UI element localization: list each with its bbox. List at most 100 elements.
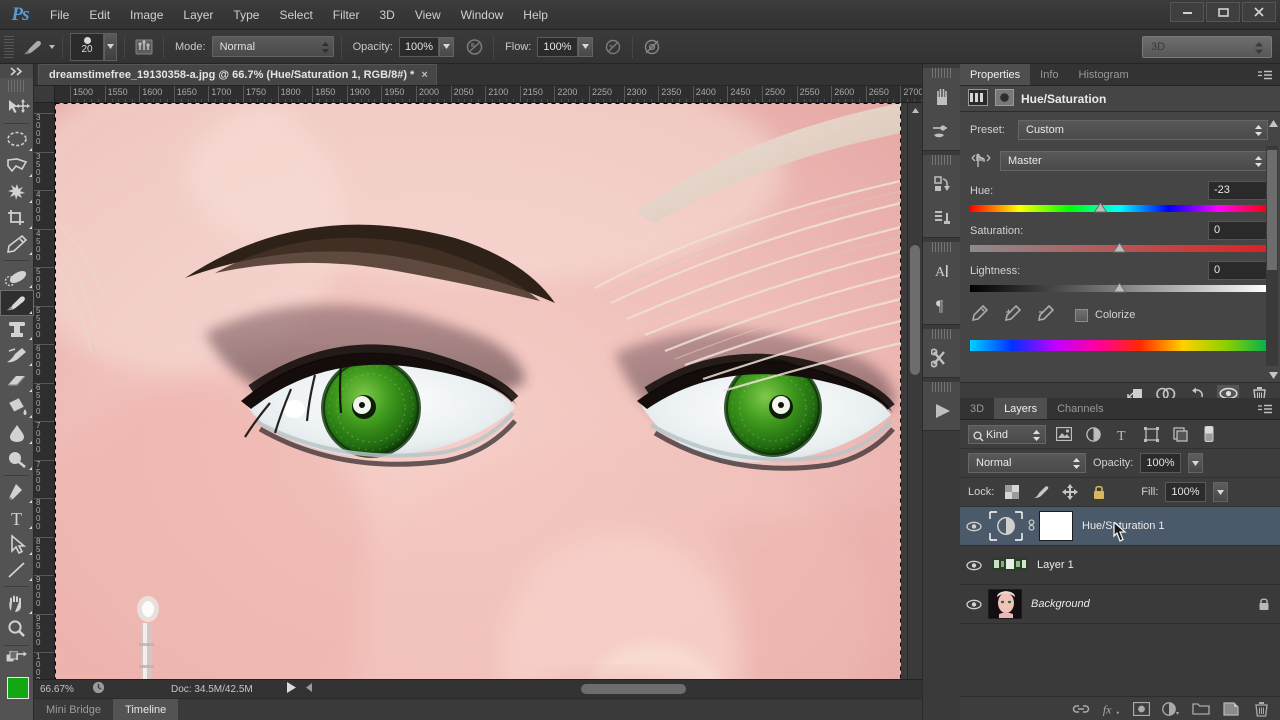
- lock-position-icon[interactable]: [1059, 482, 1081, 502]
- status-play-icon[interactable]: [287, 682, 296, 696]
- layer-thumbnail[interactable]: [988, 589, 1022, 619]
- move-tool[interactable]: [0, 94, 34, 120]
- opacity-pressure-icon[interactable]: [462, 35, 486, 59]
- blur-tool[interactable]: [0, 420, 34, 446]
- tab-channels[interactable]: Channels: [1047, 398, 1113, 419]
- lock-image-icon[interactable]: [1030, 482, 1052, 502]
- filter-toggle-icon[interactable]: [1198, 424, 1220, 444]
- brush-preset-dropdown-arrow[interactable]: [49, 45, 55, 49]
- canvas-horizontal-scrollbar-thumb[interactable]: [581, 684, 686, 694]
- foreground-color-swatch[interactable]: [7, 677, 29, 699]
- filter-smart-object-icon[interactable]: [1169, 424, 1191, 444]
- menu-type[interactable]: Type: [223, 0, 269, 30]
- add-mask-icon[interactable]: [1132, 700, 1150, 718]
- clone-stamp-tool[interactable]: [0, 316, 34, 342]
- layer-mask-thumbnail[interactable]: [1039, 511, 1073, 541]
- type-tool[interactable]: T: [0, 505, 34, 531]
- menu-select[interactable]: Select: [269, 0, 322, 30]
- tablet-pressure-icon[interactable]: [640, 35, 664, 59]
- adjustment-thumbnail[interactable]: [988, 510, 1024, 542]
- status-left-arrow-icon[interactable]: [306, 683, 312, 695]
- new-layer-icon[interactable]: [1222, 700, 1240, 718]
- close-document-icon[interactable]: ×: [421, 65, 427, 85]
- dock-grip[interactable]: [932, 68, 951, 78]
- brush-size-dropdown[interactable]: [104, 33, 117, 61]
- layer-name[interactable]: Background: [1031, 598, 1090, 610]
- close-button[interactable]: [1242, 2, 1276, 22]
- clone-source-icon[interactable]: [923, 167, 961, 201]
- zoom-level[interactable]: 66.67%: [40, 684, 92, 695]
- line-tool[interactable]: [0, 557, 34, 583]
- tab-info[interactable]: Info: [1030, 64, 1068, 85]
- lock-all-icon[interactable]: [1088, 482, 1110, 502]
- colorize-checkbox[interactable]: [1075, 309, 1088, 322]
- paragraph-icon[interactable]: ¶: [923, 288, 961, 322]
- path-selection-tool[interactable]: [0, 531, 34, 557]
- crop-tool[interactable]: [0, 205, 34, 231]
- layer-name[interactable]: Layer 1: [1037, 559, 1074, 571]
- menu-view[interactable]: View: [405, 0, 451, 30]
- dodge-tool[interactable]: [0, 446, 34, 472]
- eyedropper-add-icon[interactable]: [1003, 304, 1022, 326]
- scrollbar-thumb[interactable]: [1267, 150, 1277, 270]
- dock-grip[interactable]: [932, 242, 951, 252]
- menu-filter[interactable]: Filter: [323, 0, 370, 30]
- toolbar-collapse-button[interactable]: [0, 64, 33, 78]
- character-icon[interactable]: A: [923, 254, 961, 288]
- layer-visibility-toggle[interactable]: [960, 521, 988, 532]
- filter-type-icon[interactable]: T: [1111, 424, 1133, 444]
- scrollbar-thumb[interactable]: [910, 245, 920, 375]
- lightness-slider-thumb[interactable]: [1113, 283, 1126, 295]
- opacity-dropdown[interactable]: [439, 37, 454, 57]
- spot-healing-brush-tool[interactable]: [0, 264, 34, 290]
- new-group-icon[interactable]: [1192, 700, 1210, 718]
- properties-scrollbar[interactable]: [1266, 146, 1278, 366]
- layer-visibility-toggle[interactable]: [960, 560, 988, 571]
- tab-histogram[interactable]: Histogram: [1069, 64, 1139, 85]
- workspace-switcher[interactable]: 3D: [1142, 36, 1272, 58]
- layer-visibility-toggle[interactable]: [960, 599, 988, 610]
- canvas-vertical-scrollbar[interactable]: [907, 103, 922, 720]
- dock-grip[interactable]: [932, 329, 951, 339]
- tab-layers[interactable]: Layers: [994, 398, 1047, 419]
- layer-opacity-dropdown[interactable]: [1188, 453, 1203, 473]
- hand-tool[interactable]: [0, 590, 34, 616]
- magic-wand-tool[interactable]: [0, 179, 34, 205]
- brush-size-field[interactable]: 20: [70, 33, 104, 61]
- filter-adjustment-icon[interactable]: [1082, 424, 1104, 444]
- pen-tool[interactable]: [0, 479, 34, 505]
- options-bar-grip[interactable]: [4, 36, 14, 58]
- layer-opacity-input[interactable]: 100%: [1140, 453, 1180, 473]
- new-adjustment-icon[interactable]: [1162, 700, 1180, 718]
- brush-settings-icon[interactable]: [923, 114, 961, 148]
- play-icon[interactable]: [923, 394, 961, 428]
- actions-icon[interactable]: [923, 341, 961, 375]
- menu-help[interactable]: Help: [513, 0, 558, 30]
- scroll-up-icon[interactable]: [908, 103, 923, 117]
- minimize-button[interactable]: [1170, 2, 1204, 22]
- layer-style-fx-icon[interactable]: fx: [1102, 700, 1120, 718]
- menu-window[interactable]: Window: [451, 0, 514, 30]
- toolbar-grip[interactable]: [8, 80, 25, 92]
- menu-edit[interactable]: Edit: [79, 0, 120, 30]
- flow-dropdown[interactable]: [578, 37, 593, 57]
- hue-slider[interactable]: [970, 205, 1268, 212]
- layer-row[interactable]: Background: [960, 585, 1280, 624]
- hue-slider-thumb[interactable]: [1094, 203, 1107, 215]
- hue-value-input[interactable]: -23: [1208, 181, 1268, 200]
- layer-row[interactable]: Layer 1: [960, 546, 1280, 585]
- zoom-tool[interactable]: [0, 616, 34, 642]
- tab-3d[interactable]: 3D: [960, 398, 994, 419]
- tab-timeline[interactable]: Timeline: [113, 699, 178, 720]
- document-image[interactable]: [55, 103, 901, 720]
- vertical-ruler[interactable]: 3000350040004500500055006000650070007500…: [34, 103, 55, 720]
- brush-panel-icon[interactable]: [132, 35, 156, 59]
- lightness-value-input[interactable]: 0: [1208, 261, 1268, 280]
- dock-grip[interactable]: [932, 155, 951, 165]
- menu-layer[interactable]: Layer: [173, 0, 223, 30]
- saturation-slider[interactable]: [970, 245, 1268, 252]
- document-tab[interactable]: dreamstimefree_19130358-a.jpg @ 66.7% (H…: [38, 64, 437, 85]
- dock-grip[interactable]: [932, 382, 951, 392]
- channel-select[interactable]: Master: [1000, 151, 1268, 171]
- layer-filter-kind-select[interactable]: Kind: [968, 425, 1046, 444]
